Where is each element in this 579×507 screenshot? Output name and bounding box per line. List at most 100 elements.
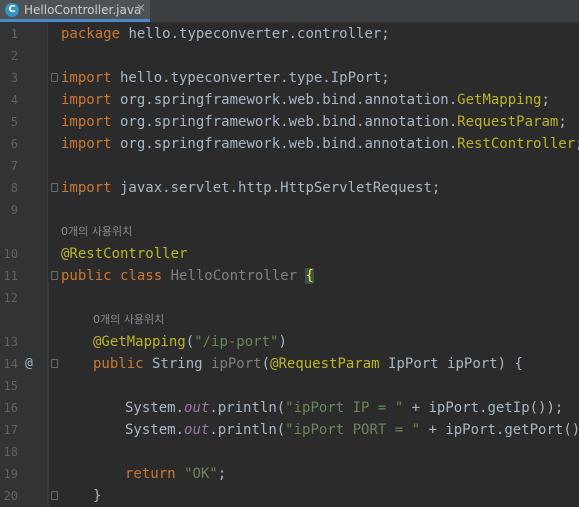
code-text: System.	[125, 422, 185, 438]
code-line: 11 public class HelloController {	[0, 265, 579, 287]
string-literal: "ipPort PORT = "	[285, 422, 421, 438]
code-text: org.springframework.web.bind.annotation.	[111, 92, 458, 108]
string-literal: "OK"	[184, 466, 218, 482]
annotation-class: RestController	[457, 136, 576, 152]
string-literal: "/ip-port"	[194, 334, 279, 350]
line-number: 19	[3, 467, 18, 481]
code-line: 4 import org.springframework.web.bind.an…	[0, 89, 579, 111]
line-number: 8	[10, 181, 18, 195]
keyword: import	[61, 114, 112, 130]
code-text: hello.typeconverter.type.IpPort;	[111, 70, 390, 86]
line-number: 2	[10, 49, 18, 63]
method-name: ipPort	[211, 356, 262, 372]
code-text: System.	[125, 400, 185, 416]
code-text: + ipPort.getPort());	[428, 422, 579, 438]
code-line: 18	[0, 441, 579, 463]
code-line: 2	[0, 45, 579, 67]
static-field: out	[184, 400, 210, 416]
annotation: @RestController	[61, 246, 188, 262]
endpoint-marker-icon[interactable]: @	[25, 353, 33, 375]
code-line: 8 import javax.servlet.http.HttpServletR…	[0, 177, 579, 199]
line-number: 13	[3, 335, 18, 349]
string-literal: "ipPort IP = "	[285, 400, 404, 416]
code-line: 10 @RestController	[0, 243, 579, 265]
fold-icon[interactable]	[51, 183, 58, 192]
usage-hint[interactable]: 0개의 사용위치	[61, 221, 132, 243]
code-text: IpPort ipPort) {	[379, 356, 523, 372]
line-number: 11	[3, 269, 18, 283]
code-line: 20 }	[0, 485, 579, 507]
line-number: 10	[3, 247, 18, 261]
code-text: .println(	[209, 400, 286, 416]
keyword: import	[61, 180, 112, 196]
line-number: 12	[3, 291, 18, 305]
code-line: 13 @GetMapping("/ip-port")	[0, 331, 579, 353]
code-line: 7	[0, 155, 579, 177]
line-number: 17	[3, 423, 18, 437]
code-line: 19 return "OK";	[0, 463, 579, 485]
line-number: 7	[10, 159, 18, 173]
code-text: (	[261, 356, 271, 372]
fold-icon[interactable]	[51, 271, 58, 280]
keyword: import	[61, 92, 112, 108]
code-text: org.springframework.web.bind.annotation.	[111, 136, 458, 152]
code-text: )	[278, 334, 287, 350]
line-number: 3	[10, 71, 18, 85]
line-number: 20	[3, 489, 18, 503]
editor-tab-bar: C HelloController.java ✕	[0, 0, 579, 23]
code-line: 17 System.out.println("ipPort PORT = " +…	[0, 419, 579, 441]
annotation: @RequestParam	[270, 356, 380, 372]
keyword: return	[125, 466, 176, 482]
code-text: hello.typeconverter.controller;	[120, 26, 390, 42]
line-number: 5	[10, 115, 18, 129]
code-text: (	[185, 334, 195, 350]
tab-title: HelloController.java	[24, 3, 142, 17]
code-line: 12	[0, 287, 579, 309]
code-text: .println(	[209, 422, 286, 438]
annotation-class: RequestParam	[457, 114, 559, 130]
code-line: 3 import hello.typeconverter.type.IpPort…	[0, 67, 579, 89]
line-number: 6	[10, 137, 18, 151]
fold-icon[interactable]	[51, 491, 58, 500]
line-number: 15	[3, 379, 18, 393]
keyword: import	[61, 136, 112, 152]
code-text: javax.servlet.http.HttpServletRequest;	[111, 180, 441, 196]
close-icon[interactable]: ✕	[136, 1, 146, 15]
keyword: public	[93, 356, 144, 372]
line-number: 14	[3, 357, 18, 371]
fold-icon[interactable]	[51, 73, 58, 82]
code-line: 15	[0, 375, 579, 397]
code-line: 6 import org.springframework.web.bind.an…	[0, 133, 579, 155]
annotation-class: GetMapping	[457, 92, 542, 108]
tab-hello-controller[interactable]: C HelloController.java ✕	[0, 0, 150, 22]
code-line: 9	[0, 199, 579, 221]
annotation: @GetMapping	[93, 334, 186, 350]
class-name: HelloController	[162, 268, 306, 284]
code-text: ;	[217, 466, 227, 482]
code-line: 16 System.out.println("ipPort IP = " + i…	[0, 397, 579, 419]
keyword: public	[61, 268, 112, 284]
java-class-icon: C	[5, 3, 19, 17]
code-text: ;	[558, 114, 567, 130]
keyword: class	[111, 268, 163, 284]
code-line: 1 package hello.typeconverter.controller…	[0, 23, 579, 45]
line-number: 16	[3, 401, 18, 415]
code-line: 5 import org.springframework.web.bind.an…	[0, 111, 579, 133]
matched-brace: {	[305, 268, 314, 284]
code-text: String	[143, 356, 212, 372]
line-number: 1	[10, 27, 18, 41]
code-text: + ipPort.getIp());	[403, 400, 564, 416]
fold-icon[interactable]	[51, 359, 58, 368]
line-number: 18	[3, 445, 18, 459]
code-text: }	[93, 488, 102, 504]
usage-hint[interactable]: 0개의 사용위치	[93, 309, 164, 331]
keyword: import	[61, 70, 112, 86]
line-number: 9	[10, 203, 18, 217]
code-text: ;	[575, 136, 579, 152]
keyword: package	[61, 26, 121, 42]
code-text: org.springframework.web.bind.annotation.	[111, 114, 458, 130]
static-field: out	[184, 422, 210, 438]
code-text: ;	[541, 92, 550, 108]
code-line: 14 @ public String ipPort(@RequestParam …	[0, 353, 579, 375]
